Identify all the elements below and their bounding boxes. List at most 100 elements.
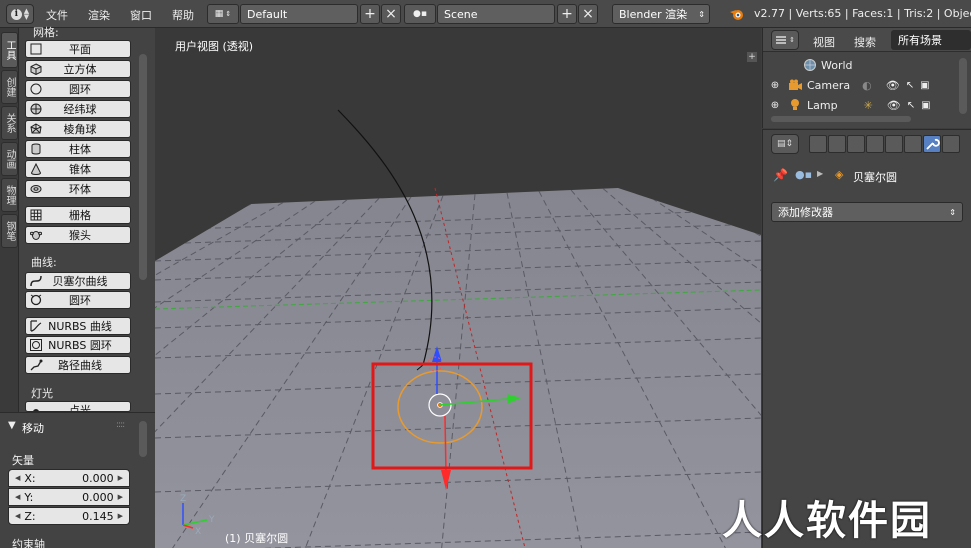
toolshelf-scrollbar[interactable] xyxy=(139,54,147,280)
decrement-arrow-icon[interactable]: ◀ xyxy=(15,474,20,482)
tab-create[interactable]: 创建 xyxy=(1,70,18,104)
delete-scene-button[interactable]: × xyxy=(578,4,598,24)
outliner-editor-type-button[interactable]: ⇕ xyxy=(771,30,799,50)
plus-icon: + xyxy=(364,6,376,22)
tab-physics[interactable]: 物理 xyxy=(1,178,18,212)
add-modifier-dropdown[interactable]: 添加修改器 ⇕ xyxy=(771,202,963,222)
viewport-expand-plus-icon[interactable]: + xyxy=(747,52,757,62)
selectability-cursor-icon[interactable]: ↖ xyxy=(907,100,915,111)
outliner-view-menu[interactable]: 视图 xyxy=(813,34,835,50)
increment-arrow-icon[interactable]: ▶ xyxy=(118,512,123,520)
pin-icon[interactable]: 📌 xyxy=(773,168,788,182)
vector-y-label: Y: xyxy=(24,490,34,504)
menu-window[interactable]: 窗口 xyxy=(130,7,152,27)
add-torus-button[interactable]: 环体 xyxy=(25,180,131,198)
properties-editor-type-button[interactable]: ▤⇕ xyxy=(771,134,799,154)
vector-y-field[interactable]: ◀ Y: 0.000 ▶ xyxy=(8,488,130,506)
add-uv-sphere-button[interactable]: 经纬球 xyxy=(25,100,131,118)
outliner-scrollbar[interactable] xyxy=(959,58,967,114)
menu-help[interactable]: 帮助 xyxy=(172,7,194,27)
renderability-camera-icon[interactable]: ▣ xyxy=(920,80,929,91)
axis-indicator-x-label: X xyxy=(195,527,201,537)
outliner-search-menu[interactable]: 搜索 xyxy=(854,34,876,50)
add-layout-button[interactable]: + xyxy=(360,4,380,24)
tab-tools[interactable]: 工具 xyxy=(1,32,18,68)
layout-selector-button[interactable]: ▦ ⇕ xyxy=(207,4,239,24)
layout-name-field[interactable]: Default xyxy=(240,4,358,24)
updown-arrows-icon: ⇕ xyxy=(225,10,232,18)
editor-type-button[interactable]: i ▲ ▼ xyxy=(6,4,34,24)
object-tab-icon[interactable] xyxy=(885,135,903,153)
blender-logo-icon xyxy=(730,10,743,20)
collapse-triangle-icon[interactable]: ▼ xyxy=(8,420,16,431)
decrement-arrow-icon[interactable]: ◀ xyxy=(15,493,20,501)
3d-viewport[interactable]: Z Y X 用户视图 (透视) (1) 贝塞尔圆 + xyxy=(155,28,761,548)
constraints-tab-chain-icon[interactable] xyxy=(904,135,922,153)
add-scene-button[interactable]: + xyxy=(557,4,577,24)
render-tab-camera-icon[interactable] xyxy=(809,135,827,153)
menu-render[interactable]: 渲染 xyxy=(88,7,110,27)
outliner-list-icon xyxy=(776,36,787,44)
expand-plus-icon[interactable]: ⊕ xyxy=(763,80,787,91)
top-header: i ▲ ▼ 文件 渲染 窗口 帮助 ▦ ⇕ Default + × ●▪ Scene… xyxy=(0,0,971,28)
add-cone-button[interactable]: 锥体 xyxy=(25,160,131,178)
operator-scrollbar[interactable] xyxy=(139,421,147,457)
outliner-h-scrollbar[interactable] xyxy=(771,116,911,122)
floor-grid-plane xyxy=(155,188,761,548)
properties-panel: ▤⇕ 📌 ●▪ ▶ ◈ 贝塞尔圆 添加修改器 ⇕ xyxy=(762,129,971,548)
world-tab-icon[interactable] xyxy=(866,135,884,153)
add-path-button[interactable]: 路径曲线 xyxy=(25,356,131,374)
outliner-row-world[interactable]: World xyxy=(763,55,963,75)
ico-sphere-icon xyxy=(28,121,44,137)
tab-grease-pencil[interactable]: 钢笔 xyxy=(1,214,18,248)
add-monkey-label: 猴头 xyxy=(69,229,91,242)
lamp-section-label: 灯光 xyxy=(31,387,53,400)
scene-name-field[interactable]: Scene xyxy=(437,4,555,24)
render-engine-label: Blender 渲染 xyxy=(619,8,688,21)
decrement-arrow-icon[interactable]: ◀ xyxy=(15,512,20,520)
outliner-filter-select[interactable]: 所有场景 xyxy=(891,30,971,50)
selectability-cursor-icon[interactable]: ↖ xyxy=(906,80,914,91)
visibility-eye-icon[interactable]: 👁 xyxy=(886,79,900,92)
point-lamp-icon xyxy=(28,402,44,411)
outliner-row-lamp[interactable]: ⊕ Lamp ✳ 👁 ↖ ▣ xyxy=(763,95,963,115)
add-nurbs-circle-button[interactable]: NURBS 圆环 xyxy=(25,336,131,354)
add-nurbs-circle-label: NURBS 圆环 xyxy=(48,339,112,352)
add-circle-button[interactable]: 圆环 xyxy=(25,80,131,98)
add-monkey-button[interactable]: 猴头 xyxy=(25,226,131,244)
add-plane-button[interactable]: 平面 xyxy=(25,40,131,58)
add-cylinder-button[interactable]: 柱体 xyxy=(25,140,131,158)
tab-relations[interactable]: 关系 xyxy=(1,106,18,140)
add-cube-button[interactable]: 立方体 xyxy=(25,60,131,78)
add-point-lamp-button[interactable]: 点光 xyxy=(25,401,131,412)
outliner-row-camera[interactable]: ⊕ Camera ◐ 👁 ↖ ▣ xyxy=(763,75,963,95)
renderability-camera-icon[interactable]: ▣ xyxy=(921,100,930,111)
add-nurbs-curve-button[interactable]: NURBS 曲线 xyxy=(25,317,131,335)
vector-x-field[interactable]: ◀ X: 0.000 ▶ xyxy=(8,469,130,487)
increment-arrow-icon[interactable]: ▶ xyxy=(118,493,123,501)
gizmo-x-axis[interactable] xyxy=(444,415,447,475)
drag-handle-icon[interactable]: :::: xyxy=(116,420,125,430)
scene-selector-button[interactable]: ●▪ xyxy=(404,4,436,24)
render-engine-select[interactable]: Blender 渲染 ⇕ xyxy=(612,4,710,24)
increment-arrow-icon[interactable]: ▶ xyxy=(118,474,123,482)
vector-y-value: 0.000 xyxy=(82,490,114,504)
viewport-canvas[interactable]: Z Y X xyxy=(155,28,761,548)
add-bezier-circle-button[interactable]: 圆环 xyxy=(25,291,131,309)
delete-layout-button[interactable]: × xyxy=(381,4,401,24)
scene-tab-icon[interactable] xyxy=(847,135,865,153)
render-layers-tab-icon[interactable] xyxy=(828,135,846,153)
mesh-section-label: 网格: xyxy=(33,26,59,39)
add-grid-button[interactable]: 栅格 xyxy=(25,206,131,224)
data-tab-curve-icon[interactable] xyxy=(942,135,960,153)
add-bezier-curve-button[interactable]: 贝塞尔曲线 xyxy=(25,272,131,290)
monkey-icon xyxy=(28,227,44,243)
tab-animation[interactable]: 动画 xyxy=(1,142,18,176)
modifiers-tab-wrench-icon[interactable] xyxy=(923,135,941,153)
expand-plus-icon[interactable]: ⊕ xyxy=(763,100,787,111)
circle-icon xyxy=(28,81,44,97)
add-ico-sphere-button[interactable]: 棱角球 xyxy=(25,120,131,138)
plane-icon xyxy=(28,41,44,57)
visibility-eye-icon[interactable]: 👁 xyxy=(887,99,901,112)
vector-z-field[interactable]: ◀ Z: 0.145 ▶ xyxy=(8,507,130,525)
